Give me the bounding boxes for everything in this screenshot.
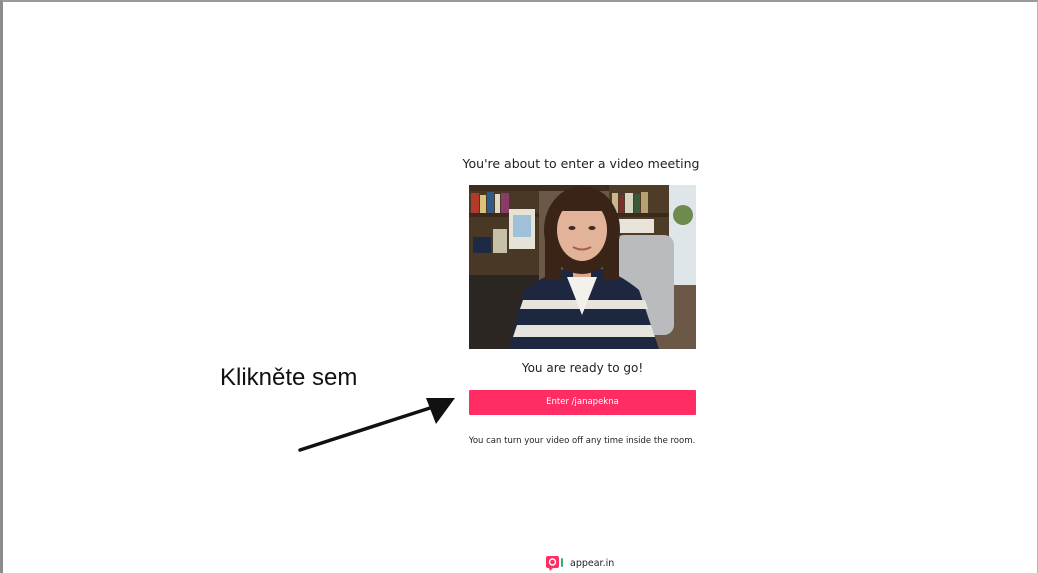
- webcam-video-preview: [469, 185, 696, 349]
- annotation-label: Klikněte sem: [220, 364, 358, 391]
- arrow-pointer-icon: [298, 398, 455, 452]
- enter-room-button[interactable]: Enter /janapekna: [469, 390, 696, 415]
- logo-text: appear.in: [570, 557, 615, 569]
- video-off-note: You can turn your video off any time ins…: [468, 436, 696, 446]
- appear-in-logo-icon: [546, 556, 563, 571]
- camera-preview: [469, 185, 696, 349]
- ready-status-text: You are ready to go!: [521, 361, 644, 375]
- prejoin-title: You're about to enter a video meeting: [462, 156, 700, 171]
- footer-logo[interactable]: appear.in: [546, 555, 614, 571]
